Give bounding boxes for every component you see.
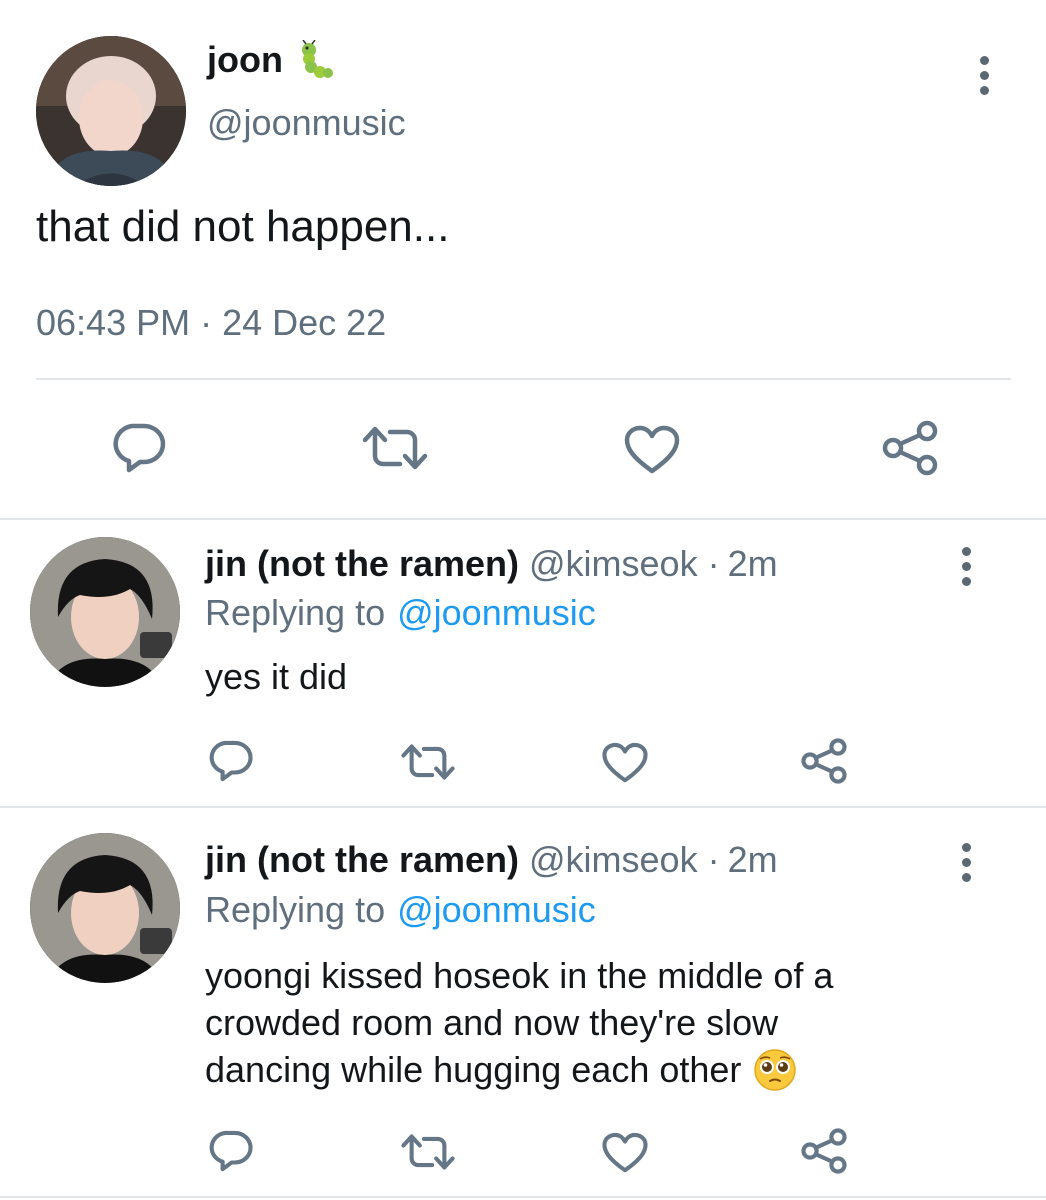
share-icon[interactable] [881, 420, 939, 476]
reply-age: 2m [727, 839, 778, 880]
divider [0, 806, 1046, 808]
reply-text: yoongi kissed hoseok in the middle of a … [205, 952, 833, 1093]
retweet-icon[interactable] [401, 742, 455, 782]
replying-handle-link[interactable]: @joonmusic [397, 889, 596, 931]
tweet-date: 24 Dec 22 [222, 302, 387, 343]
reply-display-name[interactable]: jin (not the ramen) [205, 839, 519, 881]
retweet-icon[interactable] [362, 424, 428, 472]
reply-icon[interactable] [207, 1128, 253, 1174]
reply-header: jin (not the ramen) @kimseok · 2m [205, 839, 778, 881]
reply-text-line-last: dancing while hugging each other [205, 1046, 833, 1093]
author-display-name[interactable]: joon [207, 39, 283, 81]
reply-handle[interactable]: @kimseok [529, 839, 698, 881]
author-handle[interactable]: @joonmusic [207, 102, 406, 144]
reply-text: yes it did [205, 656, 348, 697]
reply-avatar[interactable] [30, 537, 180, 687]
share-icon[interactable] [800, 738, 848, 784]
retweet-icon[interactable] [401, 1132, 455, 1172]
caterpillar-emoji [295, 39, 335, 80]
reply-age: 2m [727, 543, 778, 584]
replying-to: Replying to @joonmusic [205, 889, 596, 931]
heart-icon[interactable] [602, 1132, 648, 1174]
replying-handle-link[interactable]: @joonmusic [397, 592, 596, 634]
reply-icon[interactable] [207, 738, 253, 784]
reply-icon[interactable] [110, 421, 166, 475]
tweet-text: that did not happen... [36, 202, 450, 251]
replying-to: Replying to @joonmusic [205, 592, 596, 634]
reply-text-line: yoongi kissed hoseok in the middle of a [205, 955, 834, 996]
pleading-face-emoji [753, 1048, 797, 1092]
reply-handle[interactable]: @kimseok [529, 543, 698, 585]
reply-separator: · [707, 543, 720, 584]
reply-display-name[interactable]: jin (not the ramen) [205, 543, 519, 585]
replying-prefix: Replying to [205, 592, 386, 633]
more-vertical-icon[interactable] [960, 843, 972, 882]
author-name-row: joon [207, 38, 335, 82]
divider [0, 1196, 1046, 1198]
reply-text-line: crowded room and now they're slow [205, 1002, 779, 1043]
tweet-timestamp: 06:43 PM · 24 Dec 22 [36, 302, 386, 344]
author-avatar[interactable] [36, 36, 186, 186]
reply-separator: · [707, 839, 720, 880]
heart-icon[interactable] [624, 425, 680, 475]
divider [0, 518, 1046, 520]
tweet-time: 06:43 PM [36, 302, 191, 343]
more-vertical-icon[interactable] [960, 547, 972, 586]
timestamp-separator: · [200, 302, 213, 343]
reply-avatar[interactable] [30, 833, 180, 983]
divider [36, 378, 1011, 380]
more-vertical-icon[interactable] [978, 56, 990, 95]
reply-text-line: dancing while hugging each other [205, 1049, 742, 1090]
replying-prefix: Replying to [205, 889, 386, 930]
heart-icon[interactable] [602, 742, 648, 784]
share-icon[interactable] [800, 1128, 848, 1174]
reply-header: jin (not the ramen) @kimseok · 2m [205, 543, 778, 585]
